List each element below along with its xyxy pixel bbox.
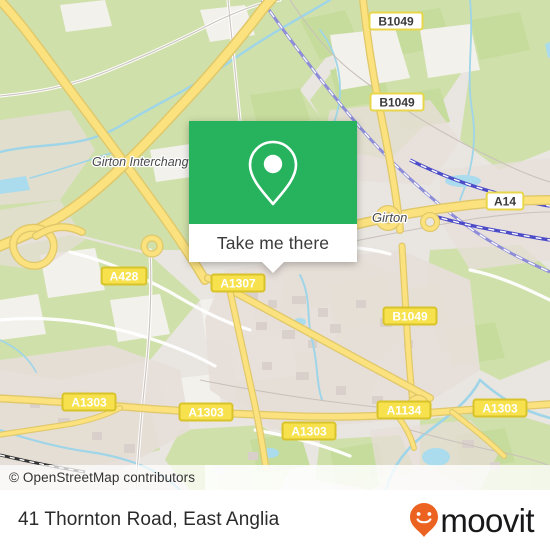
road-shield-label: B1049: [392, 309, 428, 323]
road-shield-label: B1049: [379, 95, 415, 109]
road-shield-label: A14: [494, 194, 516, 208]
road-shield: A1303: [281, 421, 337, 441]
place-label: Girton: [372, 210, 407, 225]
footer-bar: 41 Thornton Road, East Anglia moovit: [0, 490, 550, 550]
road-shield: A14: [485, 191, 525, 211]
address-title: 41 Thornton Road, East Anglia: [18, 509, 280, 530]
road-shield-label: A1303: [188, 405, 224, 419]
road-shield-label: B1049: [378, 14, 414, 28]
road-shield: A1134: [376, 400, 432, 420]
road-shield: B1049: [369, 92, 425, 112]
moovit-wordmark: moovit: [440, 501, 534, 539]
road-shield: A1303: [61, 392, 117, 412]
road-shield-label: A428: [110, 269, 139, 283]
road-shield: A1303: [178, 402, 234, 422]
popup-footer[interactable]: Take me there: [189, 224, 357, 262]
map-pin-icon: [248, 140, 298, 205]
road-shield-label: A1303: [71, 395, 107, 409]
road-shield: A428: [100, 266, 148, 286]
road-shield-label: A1134: [387, 403, 422, 417]
road-shield-label: A1303: [482, 401, 518, 415]
map-popup-card[interactable]: Take me there: [189, 121, 357, 273]
road-shield: B1049: [368, 11, 424, 31]
road-shield: B1049: [382, 306, 438, 326]
moovit-pin-icon: [410, 503, 439, 537]
map-canvas[interactable]: Girton Interchange Girton B1049 B1049 A14 A4…: [0, 0, 550, 490]
road-shield: A1307: [210, 273, 266, 293]
moovit-map-screenshot: Girton Interchange Girton B1049 B1049 A14 A4…: [0, 0, 550, 550]
road-shield: A1303: [472, 398, 528, 418]
popup-pointer-arrow: [262, 262, 284, 273]
moovit-logo[interactable]: moovit: [409, 501, 535, 539]
road-shield-label: A1307: [220, 276, 256, 290]
road-shield-label: A1303: [291, 424, 327, 438]
popup-header: [189, 121, 357, 224]
place-label: Girton Interchange: [92, 155, 196, 169]
take-me-there-label: Take me there: [216, 232, 330, 253]
